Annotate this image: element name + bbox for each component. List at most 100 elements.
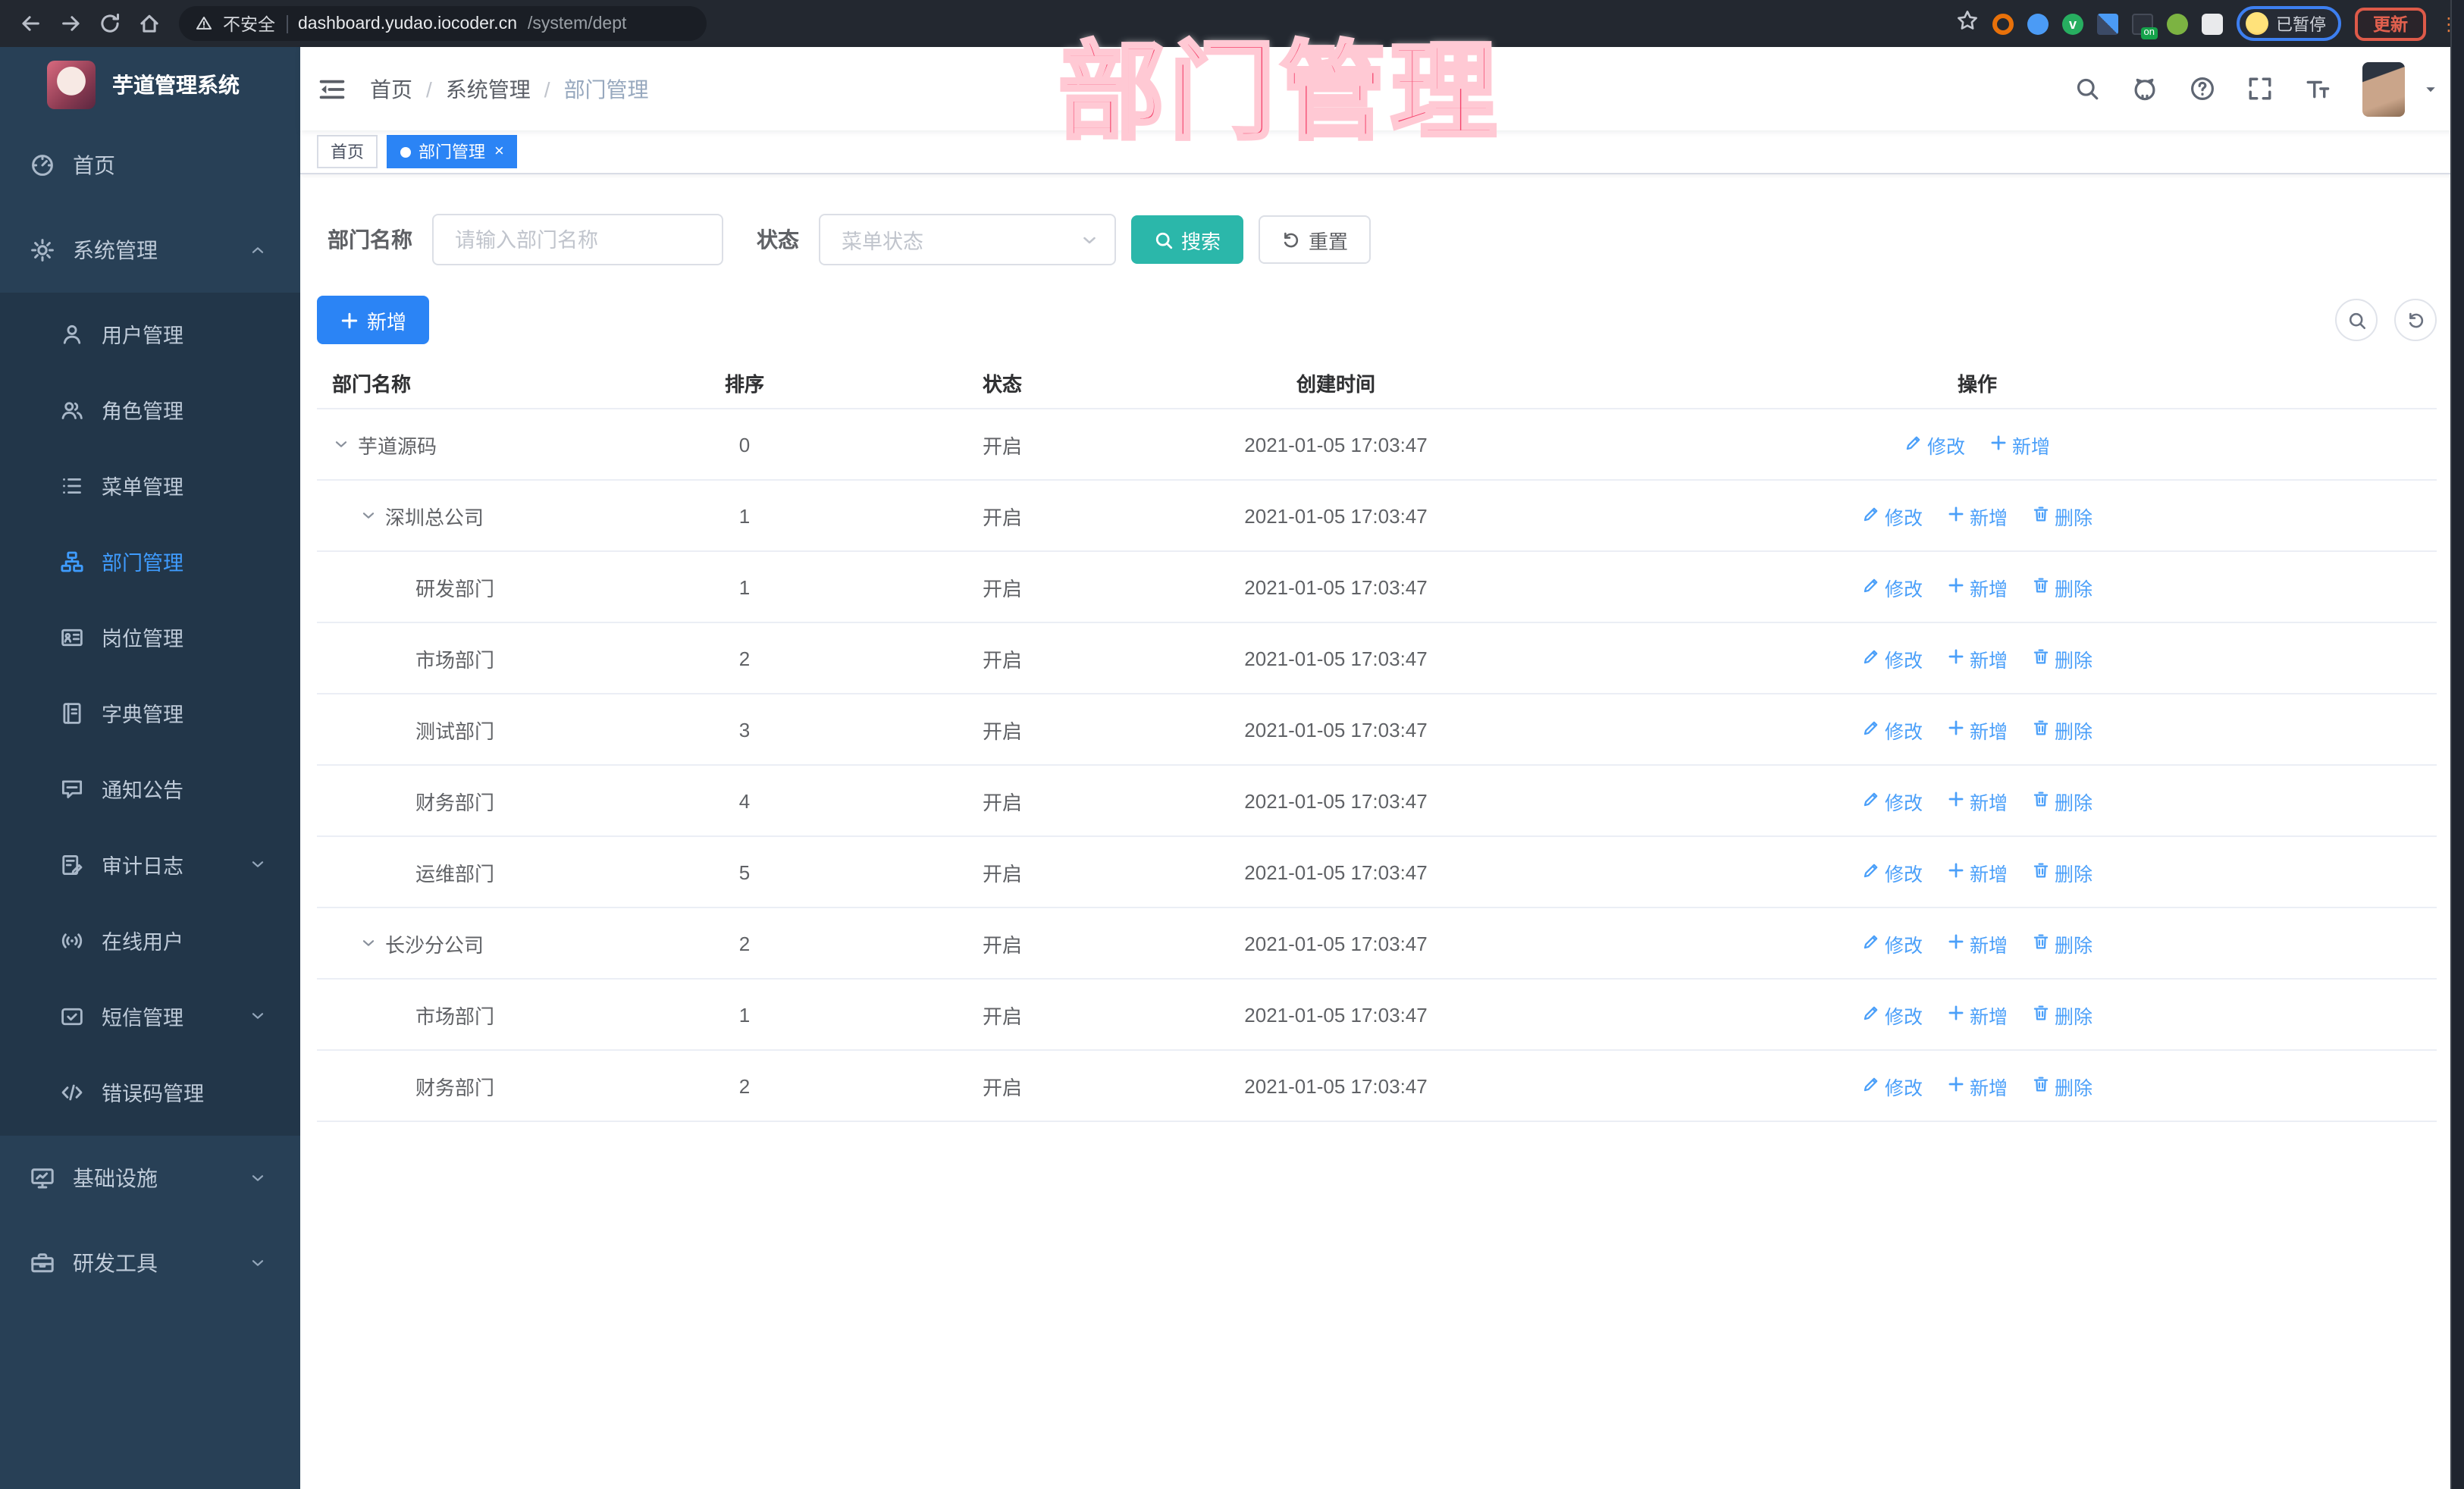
breadcrumb-home[interactable]: 首页: [370, 74, 412, 104]
delete-action-link[interactable]: 删除: [2032, 857, 2093, 886]
delete-action-link[interactable]: 删除: [2032, 786, 2093, 815]
table-row: 财务部门 2 开启 2021-01-05 17:03:47 修改 新增 删除: [317, 1051, 2437, 1122]
bubble-icon: [61, 777, 83, 800]
refresh-table-button[interactable]: [2394, 299, 2437, 341]
expand-arrow-icon[interactable]: [332, 435, 350, 453]
edit-action-link[interactable]: 修改: [1862, 1071, 1923, 1100]
edit-action-link[interactable]: 修改: [1904, 430, 1965, 459]
browser-forward-icon[interactable]: [52, 5, 88, 42]
sidebar-item-部门管理[interactable]: 部门管理: [0, 523, 300, 599]
extensions-puzzle-icon[interactable]: [2202, 13, 2223, 34]
browser-reload-icon[interactable]: [91, 5, 127, 42]
add-action-link[interactable]: 新增: [1947, 857, 2008, 886]
browser-back-icon[interactable]: [12, 5, 49, 42]
edit-action-link[interactable]: 修改: [1862, 572, 1923, 601]
sidebar-item-通知公告[interactable]: 通知公告: [0, 751, 300, 826]
delete-action-link[interactable]: 删除: [2032, 1071, 2093, 1100]
active-dot-icon: [400, 146, 411, 157]
sidebar-item-基础设施[interactable]: 基础设施: [0, 1136, 300, 1221]
expand-arrow-icon[interactable]: [359, 934, 378, 952]
add-action-link[interactable]: 新增: [1947, 786, 2008, 815]
pencil-icon: [1904, 433, 1923, 456]
extension-leaf-icon[interactable]: [2167, 13, 2188, 34]
user-avatar[interactable]: [2362, 61, 2405, 116]
close-tag-icon[interactable]: ×: [494, 143, 504, 160]
sidebar-item-在线用户[interactable]: 在线用户: [0, 902, 300, 978]
browser-home-icon[interactable]: [130, 5, 167, 42]
edit-action-link[interactable]: 修改: [1862, 929, 1923, 958]
pencil-icon: [1862, 718, 1880, 741]
extension-blue-icon[interactable]: [2027, 13, 2049, 34]
sidebar-item-菜单管理[interactable]: 菜单管理: [0, 447, 300, 523]
sidebar-logo[interactable]: 芋道管理系统: [0, 47, 300, 123]
edit-action-link[interactable]: 修改: [1862, 644, 1923, 672]
edit-action-link[interactable]: 修改: [1862, 1000, 1923, 1029]
app-title: 芋道管理系统: [112, 73, 240, 97]
sidebar-item-短信管理[interactable]: 短信管理: [0, 978, 300, 1054]
add-action-link[interactable]: 新增: [1947, 572, 2008, 601]
add-action-link[interactable]: 新增: [1947, 1071, 2008, 1100]
page-scrollbar[interactable]: [2450, 0, 2464, 1489]
add-action-link[interactable]: 新增: [1947, 929, 2008, 958]
breadcrumb-current: 部门管理: [563, 77, 649, 101]
sort-cell: 4: [738, 789, 751, 812]
dept-name-input[interactable]: [432, 214, 723, 265]
collapse-menu-icon[interactable]: [318, 75, 346, 102]
edit-action-link[interactable]: 修改: [1862, 857, 1923, 886]
sidebar-item-研发工具[interactable]: 研发工具: [0, 1221, 300, 1306]
status-select[interactable]: 菜单状态: [819, 214, 1116, 265]
delete-action-link[interactable]: 删除: [2032, 929, 2093, 958]
add-action-link[interactable]: 新增: [1947, 501, 2008, 530]
add-action-link[interactable]: 新增: [1989, 430, 2050, 459]
github-icon[interactable]: [2132, 76, 2158, 102]
delete-action-link[interactable]: 删除: [2032, 1000, 2093, 1029]
sidebar-item-岗位管理[interactable]: 岗位管理: [0, 599, 300, 675]
add-action-link[interactable]: 新增: [1947, 644, 2008, 672]
tag-dept-active[interactable]: 部门管理 ×: [387, 135, 518, 168]
reset-button[interactable]: 重置: [1259, 215, 1372, 264]
font-size-icon[interactable]: [2305, 76, 2331, 102]
sidebar-item-错误码管理[interactable]: 错误码管理: [0, 1054, 300, 1130]
help-icon[interactable]: [2190, 76, 2215, 102]
sidebar-item-角色管理[interactable]: 角色管理: [0, 371, 300, 447]
delete-action-link[interactable]: 删除: [2032, 572, 2093, 601]
sidebar-item-系统管理[interactable]: 系统管理: [0, 208, 300, 293]
extension-list-icon[interactable]: on: [2132, 13, 2158, 39]
sidebar-item-首页[interactable]: 首页: [0, 123, 300, 208]
add-button[interactable]: 新增: [317, 296, 430, 344]
delete-action-link[interactable]: 删除: [2032, 715, 2093, 744]
table-row: 深圳总公司 1 开启 2021-01-05 17:03:47 修改 新增 删除: [317, 481, 2437, 552]
address-bar[interactable]: 不安全 dashboard.yudao.iocoder.cn/system/de…: [179, 6, 707, 41]
status-cell: 开启: [982, 1076, 1022, 1099]
delete-action-link[interactable]: 删除: [2032, 644, 2093, 672]
bookmark-star-icon[interactable]: [1956, 8, 1979, 39]
create-time-cell: 2021-01-05 17:03:47: [1244, 647, 1428, 669]
avatar-caret-icon[interactable]: [2422, 80, 2440, 98]
tag-home[interactable]: 首页: [317, 135, 378, 168]
extension-green-check-icon[interactable]: v: [2062, 13, 2083, 34]
sidebar-item-用户管理[interactable]: 用户管理: [0, 296, 300, 371]
edit-action-link[interactable]: 修改: [1862, 501, 1923, 530]
sidebar-item-审计日志[interactable]: 审计日志: [0, 826, 300, 902]
header-search-icon[interactable]: [2074, 76, 2100, 102]
fullscreen-icon[interactable]: [2247, 76, 2273, 102]
browser-update-button[interactable]: 更新: [2355, 7, 2426, 40]
browser-profile-badge[interactable]: 已暂停: [2237, 6, 2341, 41]
toggle-search-button[interactable]: [2335, 299, 2378, 341]
add-action-link[interactable]: 新增: [1947, 1000, 2008, 1029]
edit-action-link[interactable]: 修改: [1862, 715, 1923, 744]
pencil-icon: [1862, 789, 1880, 812]
extension-orange-icon[interactable]: [1992, 13, 2014, 34]
delete-action-link[interactable]: 删除: [2032, 501, 2093, 530]
edit-action-link[interactable]: 修改: [1862, 786, 1923, 815]
sort-cell: 2: [738, 1074, 751, 1097]
breadcrumb-system[interactable]: 系统管理: [446, 74, 531, 104]
expand-arrow-icon[interactable]: [359, 506, 378, 525]
plus-icon: [1947, 932, 1965, 955]
search-button[interactable]: 搜索: [1131, 215, 1244, 264]
sidebar-item-字典管理[interactable]: 字典管理: [0, 675, 300, 751]
actions-cell: 修改 新增 删除: [1518, 572, 2437, 601]
app-logo-icon: [47, 61, 96, 109]
extension-grid-icon[interactable]: [2097, 13, 2118, 34]
add-action-link[interactable]: 新增: [1947, 715, 2008, 744]
